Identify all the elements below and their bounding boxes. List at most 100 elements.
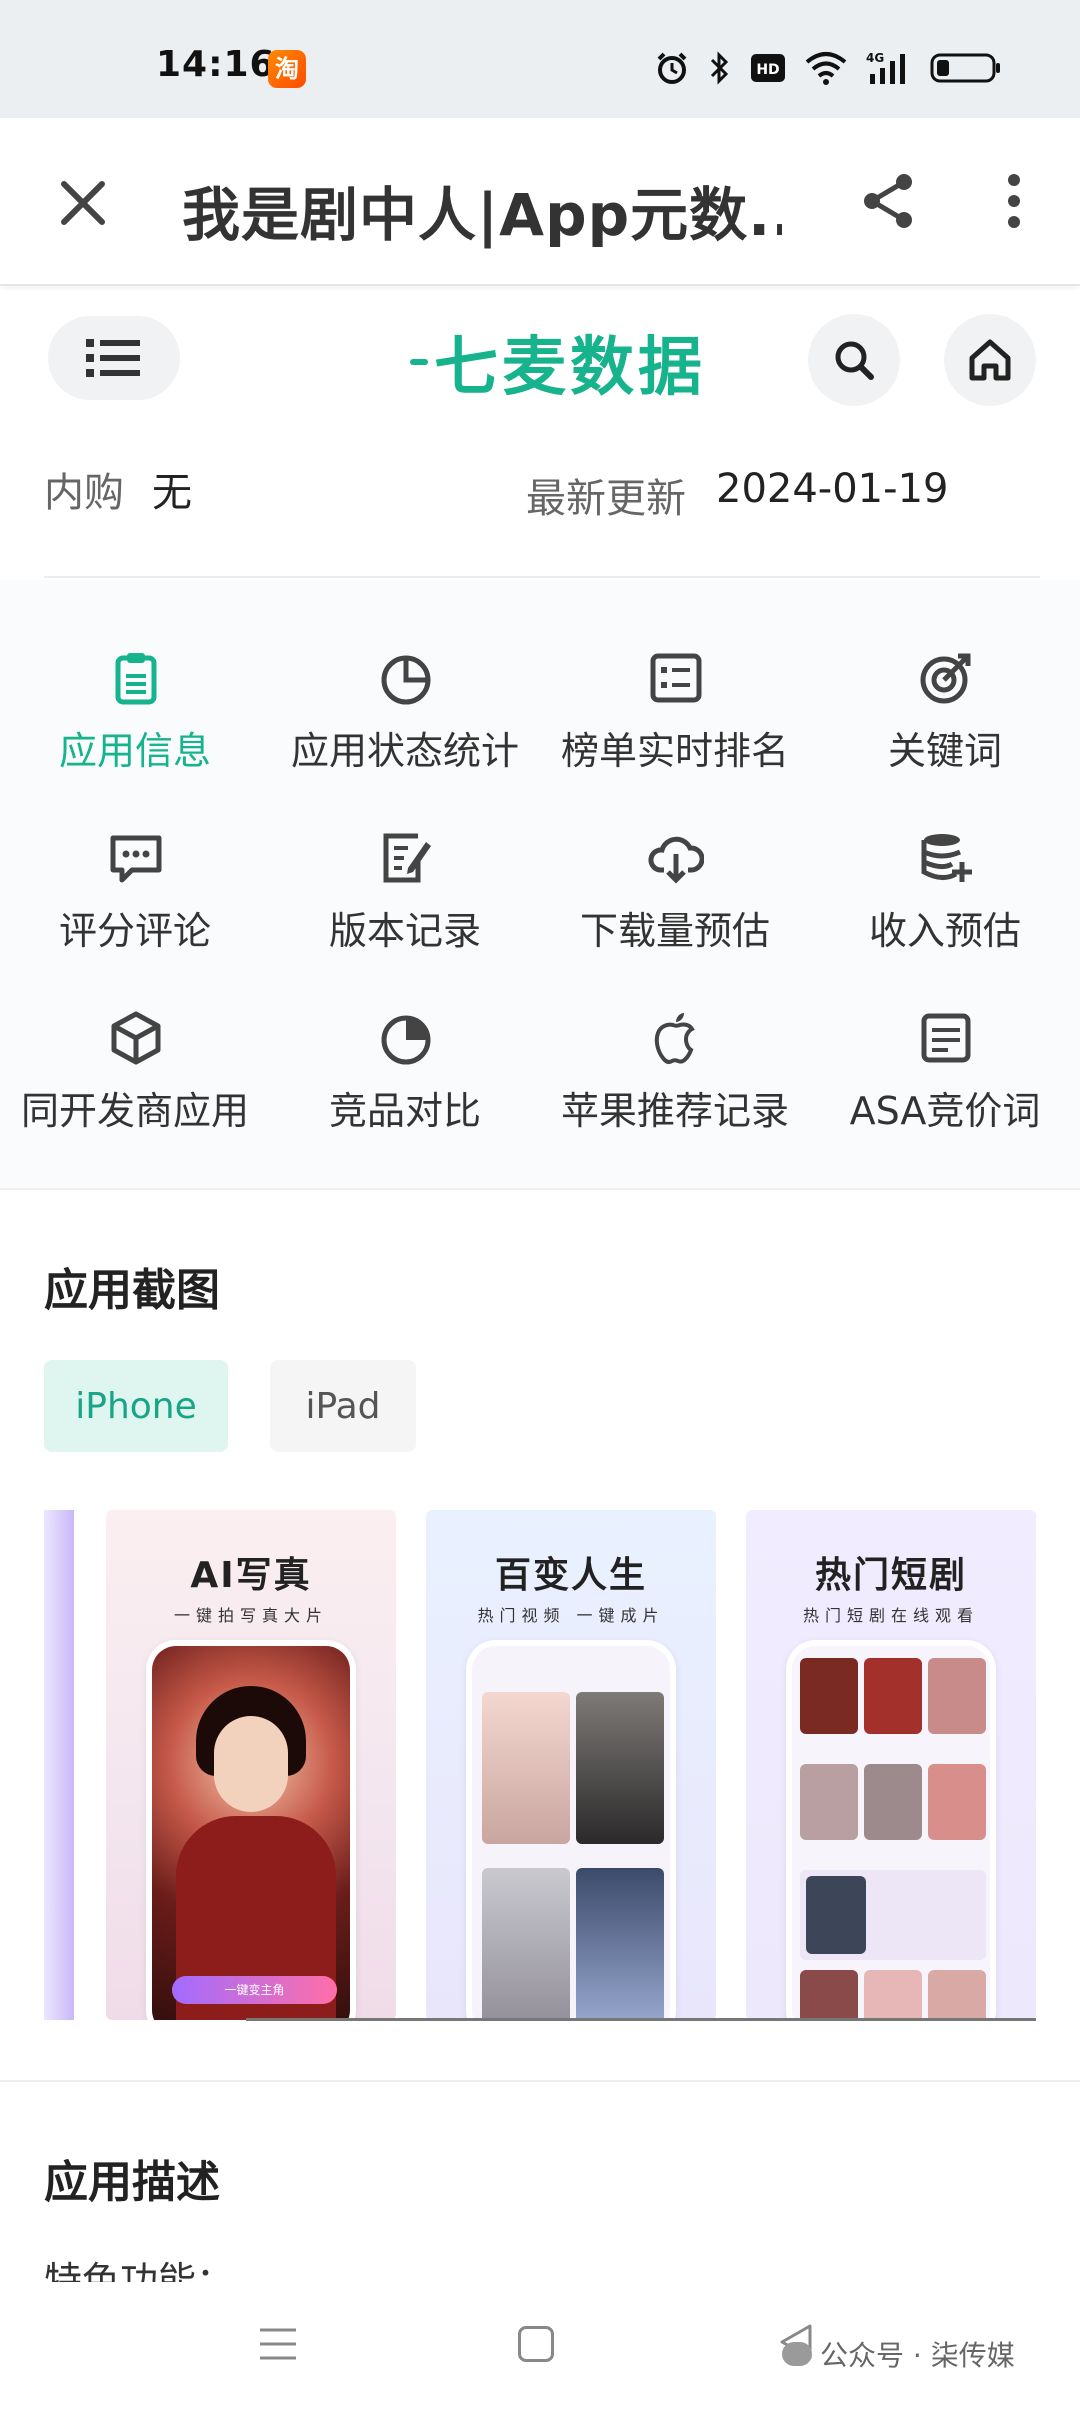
tab-ipad[interactable]: iPad (270, 1360, 416, 1452)
database-add-icon (921, 834, 972, 882)
updated-label: 最新更新 (526, 476, 686, 522)
document-icon (921, 1013, 971, 1063)
drama-thumbnail (864, 1658, 922, 1734)
feature-versions[interactable]: 版本记录 (270, 800, 540, 970)
tab-iphone[interactable]: iPhone (44, 1360, 228, 1452)
updated-value: 2024-01-19 (716, 466, 949, 512)
feature-ranking[interactable]: 榜单实时排名 (540, 620, 810, 790)
screenshot-title: AI写真 (190, 1555, 312, 1596)
phone-mockup: 一键变主角 (146, 1640, 356, 2020)
status-icons: HD 4G (654, 46, 1002, 90)
home-nav-button[interactable] (518, 2326, 554, 2362)
home-button[interactable] (944, 314, 1036, 406)
screenshot-card[interactable]: 热门短剧 热门短剧在线观看 (746, 1510, 1036, 2020)
feature-app-info[interactable]: 应用信息 (0, 620, 270, 790)
feature-label: 榜单实时排名 (560, 729, 789, 773)
list-menu-icon (86, 339, 140, 377)
page-title: 我是剧中人|App元数... (182, 181, 782, 249)
feature-label: 关键词 (887, 729, 1002, 773)
svg-text:4G: 4G (866, 51, 884, 65)
site-logo[interactable]: 七麦数据 (410, 322, 706, 405)
more-vertical-icon (1008, 174, 1020, 228)
signal-4g-icon: 4G (866, 51, 905, 84)
watermark: 公众号 · 柒传媒 (782, 2334, 1015, 2374)
search-button[interactable] (808, 314, 900, 406)
wifi-icon (805, 52, 847, 85)
iap-value: 无 (152, 470, 192, 516)
alarm-icon (657, 52, 687, 84)
pie-icon (381, 1015, 431, 1065)
feature-label: 应用状态统计 (290, 729, 519, 773)
feature-downloads[interactable]: 下载量预估 (540, 800, 810, 970)
target-icon (920, 653, 971, 704)
close-icon (61, 181, 105, 225)
feature-label: 应用信息 (58, 729, 211, 773)
screenshot-subtitle: 热门短剧在线观看 (802, 1606, 979, 1625)
feature-app-status[interactable]: 应用状态统计 (270, 620, 540, 790)
feature-ratings[interactable]: 评分评论 (0, 800, 270, 970)
logo-text: 七麦数据 (434, 331, 706, 405)
cube-icon (111, 1011, 161, 1065)
cloud-download-icon (648, 836, 704, 884)
feature-label: 竞品对比 (328, 1089, 481, 1133)
close-button[interactable] (50, 170, 116, 236)
feature-label: 苹果推荐记录 (560, 1089, 789, 1133)
screenshot-card[interactable]: 百变人生 热门视频 一键成片 (426, 1510, 716, 2020)
taobao-notification-icon: 淘 (268, 50, 306, 88)
drama-thumbnail (800, 1658, 858, 1734)
share-button[interactable] (856, 168, 922, 234)
drama-thumbnail (928, 1764, 986, 1840)
search-icon (835, 341, 874, 380)
feature-label: ASA竞价词 (849, 1089, 1041, 1133)
home-icon (969, 339, 1011, 381)
description-first-line: 特色功能： (44, 2259, 235, 2286)
feature-revenue[interactable]: 收入预估 (810, 800, 1080, 970)
svg-text:HD: HD (756, 62, 779, 78)
screenshots-carousel[interactable]: AI写真 一键拍写真大片 一键变主角 百变人生 热门视频 一键成片 热门短剧 热… (44, 1510, 1038, 2020)
feature-keywords[interactable]: 关键词 (810, 620, 1080, 790)
section-divider (0, 1188, 1080, 1190)
bluetooth-icon (710, 51, 729, 85)
video-thumbnail (576, 1692, 664, 1844)
wechat-icon (782, 2342, 812, 2366)
feature-competitor[interactable]: 竞品对比 (270, 980, 540, 1150)
video-thumbnail (576, 1868, 664, 2020)
drama-thumbnail (806, 1876, 866, 1954)
iap-label: 内购 (44, 470, 124, 516)
screenshot-card[interactable]: AI写真 一键拍写真大片 一键变主角 (106, 1510, 396, 2020)
section-divider (0, 2080, 1080, 2082)
menu-button[interactable] (48, 316, 180, 400)
hd-icon: HD (751, 54, 785, 82)
phone-mockup (786, 1640, 996, 2020)
share-icon (864, 174, 912, 228)
browser-top-bar: 我是剧中人|App元数... (0, 118, 1080, 286)
clipboard-icon (115, 653, 157, 705)
feature-same-developer[interactable]: 同开发商应用 (0, 980, 270, 1150)
recents-icon[interactable] (258, 2324, 298, 2364)
feature-asa-keywords[interactable]: ASA竞价词 (810, 980, 1080, 1150)
portrait-image (152, 1646, 350, 2020)
list-icon (650, 653, 702, 703)
drama-thumbnail (864, 1970, 922, 2020)
drama-thumbnail (928, 1658, 986, 1734)
screenshot-subtitle: 一键拍写真大片 (173, 1606, 328, 1625)
portrait-face (214, 1716, 288, 1812)
drama-thumbnail (800, 1764, 858, 1840)
feature-apple-featured[interactable]: 苹果推荐记录 (540, 980, 810, 1150)
system-nav-bar: 公众号 · 柒传媒 (0, 2282, 1080, 2412)
drama-thumbnail (800, 1970, 858, 2020)
logo-mark (410, 359, 428, 365)
screenshot-cta-button: 一键变主角 (172, 1976, 337, 2004)
comment-icon (110, 835, 162, 883)
carousel-scrollbar[interactable] (246, 2018, 1036, 2021)
more-options-button[interactable] (984, 168, 1044, 234)
screenshots-title: 应用截图 (44, 1265, 220, 1316)
drama-thumbnail (928, 1970, 986, 2020)
status-bar: 14:16 淘 HD 4G (0, 0, 1080, 118)
previous-screenshot-edge[interactable] (44, 1510, 74, 2020)
description-title: 应用描述 (44, 2157, 220, 2208)
pie-chart-icon (381, 655, 431, 705)
feature-label: 同开发商应用 (20, 1089, 249, 1133)
site-header: 七麦数据 (0, 290, 1080, 430)
screenshot-title: 百变人生 (494, 1555, 647, 1596)
